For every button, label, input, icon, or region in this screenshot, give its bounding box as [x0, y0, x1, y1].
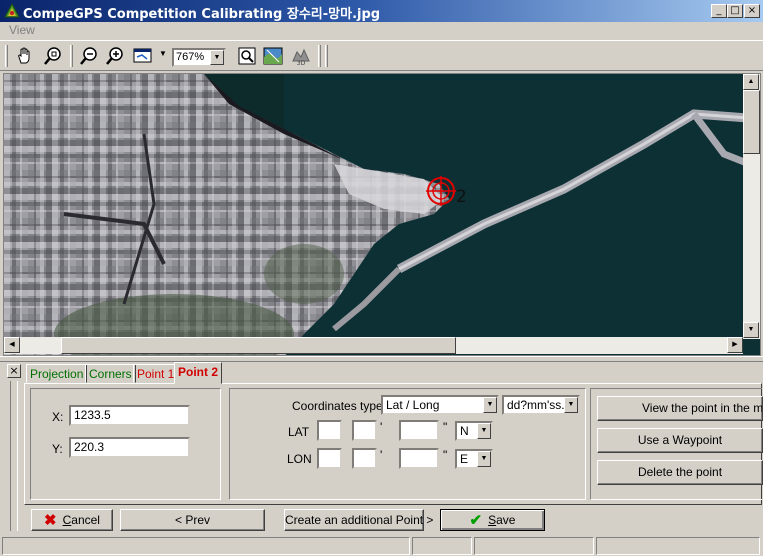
checkmark-icon: ✔ — [469, 512, 483, 529]
zoom-in-icon[interactable] — [104, 45, 126, 67]
map-layers-icon[interactable] — [262, 45, 284, 67]
scroll-right-icon[interactable]: ▶ — [727, 337, 743, 353]
title-bar: CompeGPS Competition Calibrating 장수리-망마.… — [0, 0, 763, 22]
coordinates-type-select[interactable]: Lat / Long ▼ — [381, 395, 499, 415]
app-logo-icon — [4, 3, 20, 18]
fit-window-icon[interactable] — [132, 45, 154, 67]
marker-label: 2 — [456, 187, 467, 207]
chevron-down-icon[interactable]: ▼ — [210, 50, 224, 65]
x-input[interactable]: 1233.5 — [69, 405, 190, 426]
cancel-button[interactable]: ✖ Cancel — [31, 509, 113, 531]
zoom-out-icon[interactable] — [78, 45, 100, 67]
lon-minutes-input[interactable] — [352, 448, 377, 469]
window-title: CompeGPS Competition Calibrating 장수리-망마.… — [23, 7, 381, 22]
horizontal-scroll-thumb[interactable] — [61, 337, 456, 354]
menu-bar: View — [0, 22, 763, 39]
coordinates-type-label: Coordinates type: — [292, 399, 387, 413]
cancel-label: ancel — [71, 513, 100, 527]
minutes-mark: ' — [380, 420, 383, 434]
tab-corners[interactable]: Corners — [85, 364, 136, 383]
chevron-down-icon[interactable]: ▼ — [477, 423, 491, 439]
tab-label: Point 2 — [178, 365, 219, 379]
fit-dropdown-arrow[interactable]: ▼ — [159, 49, 167, 58]
use-waypoint-button[interactable]: Use a Waypoint — [597, 428, 763, 453]
save-label-accelerator: S — [488, 513, 497, 527]
tab-point-1[interactable]: Point 1 — [133, 364, 179, 383]
pixel-coordinates-group: X: 1233.5 Y: 220.3 — [30, 388, 221, 500]
find-icon[interactable] — [236, 45, 258, 67]
chevron-down-icon[interactable]: ▼ — [483, 397, 497, 413]
toolbar-separator — [70, 45, 73, 67]
prev-button[interactable]: < Prev — [120, 509, 265, 531]
toolbar-separator — [325, 45, 328, 67]
tab-label: Point 1 — [137, 367, 175, 381]
menu-view[interactable]: View — [9, 23, 35, 37]
create-point-button[interactable]: Create an additional Point > — [284, 509, 433, 531]
scroll-up-icon[interactable]: ▲ — [743, 74, 759, 90]
cancel-label-accelerator: C — [62, 513, 72, 527]
lon-seconds-input[interactable] — [399, 448, 439, 469]
lon-degrees-input[interactable] — [317, 448, 342, 469]
chevron-down-icon[interactable]: ▼ — [564, 397, 578, 413]
tab-label: Projection — [30, 367, 84, 381]
vertical-scrollbar[interactable]: ▲ ▼ — [743, 74, 760, 339]
hand-pan-icon[interactable] — [14, 45, 36, 67]
geo-coordinates-group: Coordinates type: Lat / Long ▼ dd?mm'ss.… — [229, 388, 586, 500]
toolbar-grip[interactable] — [5, 45, 8, 67]
lat-minutes-input[interactable] — [352, 420, 377, 441]
scroll-left-icon[interactable]: ◀ — [4, 337, 20, 353]
zoom-region-icon[interactable] — [42, 45, 64, 67]
lat-label: LAT — [288, 425, 310, 439]
3d-view-icon[interactable]: 3D — [290, 45, 312, 67]
view-point-button[interactable]: View the point in the map — [597, 396, 763, 421]
panel-dock-rail — [10, 381, 18, 531]
tab-projection[interactable]: Projection — [26, 364, 88, 383]
status-pane — [474, 537, 594, 555]
horizontal-scrollbar[interactable]: ◀ ▶ — [4, 337, 743, 354]
close-panel-icon[interactable]: × — [7, 364, 21, 378]
y-input[interactable]: 220.3 — [69, 437, 190, 458]
tab-label: Corners — [89, 367, 132, 381]
scroll-down-icon[interactable]: ▼ — [743, 322, 759, 338]
chevron-down-icon[interactable]: ▼ — [477, 451, 491, 467]
coordinates-format-select[interactable]: dd?mm'ss.s' ▼ — [502, 395, 580, 415]
tab-point-2[interactable]: Point 2 — [174, 362, 223, 384]
point-2-panel: X: 1233.5 Y: 220.3 Coordinates type: Lat… — [24, 383, 763, 505]
coordinates-type-value: Lat / Long — [386, 398, 440, 412]
status-pane — [412, 537, 472, 555]
maximize-button[interactable]: □ — [727, 4, 743, 18]
lat-seconds-input[interactable] — [399, 420, 439, 441]
y-label: Y: — [52, 442, 63, 456]
minutes-mark: ' — [380, 448, 383, 462]
seconds-mark: " — [443, 420, 448, 434]
toolbar: ▼ 767% ▼ 3D — [0, 40, 763, 71]
svg-text:3D: 3D — [297, 60, 306, 67]
point-actions-group: View the point in the map Use a Waypoint… — [590, 388, 763, 500]
close-button[interactable]: × — [744, 4, 760, 18]
toolbar-separator — [318, 45, 321, 67]
vertical-scroll-thumb[interactable] — [743, 90, 760, 154]
minimize-button[interactable]: _ — [711, 4, 727, 18]
delete-point-button[interactable]: Delete the point — [597, 460, 763, 485]
lon-label: LON — [287, 452, 312, 466]
status-pane — [596, 537, 760, 555]
zoom-level-value: 767% — [176, 51, 205, 63]
save-button[interactable]: ✔ Save — [440, 509, 545, 531]
satellite-image: 2 — [4, 74, 760, 355]
x-label: X: — [52, 410, 64, 424]
lat-degrees-input[interactable] — [317, 420, 342, 441]
map-view[interactable]: 2 — [3, 73, 761, 356]
lon-hemisphere-value: E — [460, 452, 469, 466]
seconds-mark: " — [443, 448, 448, 462]
status-pane — [2, 537, 410, 555]
lon-hemisphere-select[interactable]: E ▼ — [455, 449, 493, 469]
panel-splitter[interactable] — [0, 356, 763, 362]
lat-hemisphere-select[interactable]: N ▼ — [455, 421, 493, 441]
save-label: ave — [496, 513, 516, 527]
zoom-level-select[interactable]: 767% ▼ — [172, 48, 226, 67]
cancel-x-icon: ✖ — [44, 512, 57, 529]
status-bar — [0, 535, 763, 556]
lat-hemisphere-value: N — [460, 424, 469, 438]
